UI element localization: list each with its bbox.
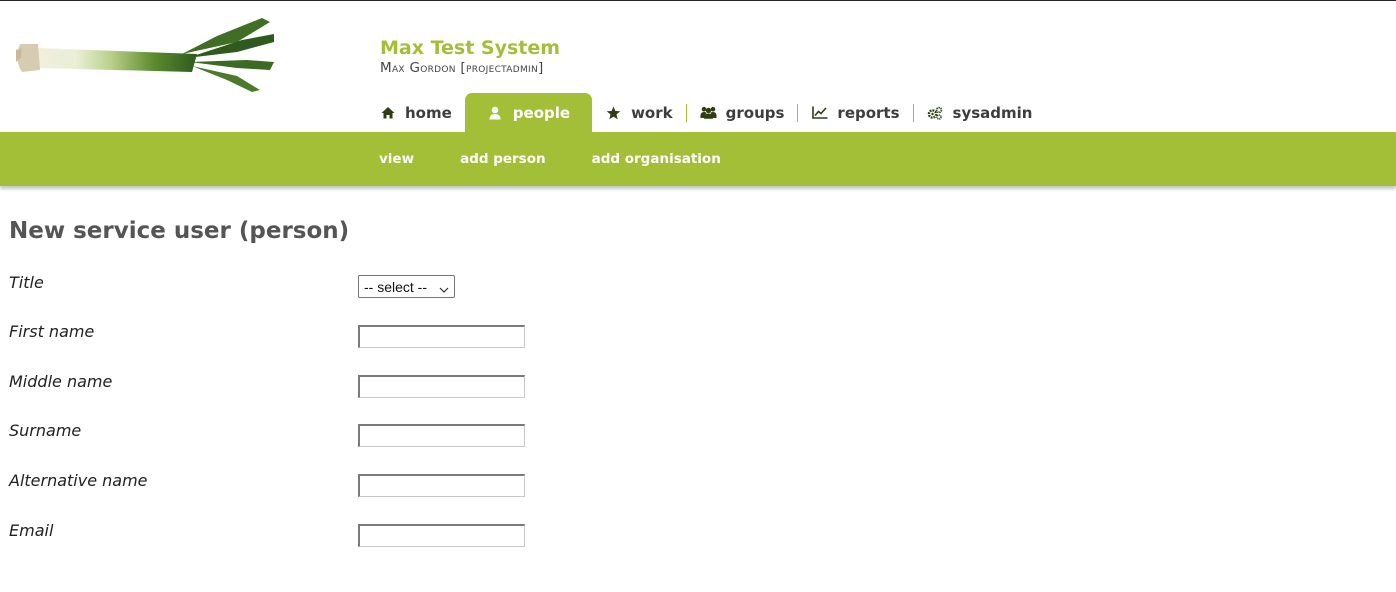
sub-nav-bar: view add person add organisation (0, 132, 1396, 186)
tab-reports-label: reports (837, 103, 900, 122)
user-icon (487, 104, 504, 121)
form-row-middle-name: Middle name (9, 372, 609, 402)
home-icon (379, 104, 396, 121)
star-icon (605, 104, 622, 121)
tab-work[interactable]: work (592, 93, 686, 132)
alternative-name-label: Alternative name (9, 471, 148, 490)
tab-work-label: work (631, 103, 673, 122)
title-label: Title (9, 273, 44, 292)
top-border-line (0, 0, 1396, 1)
alternative-name-input[interactable] (358, 474, 525, 497)
chevron-down-icon (439, 281, 449, 297)
surname-label: Surname (9, 421, 82, 440)
main-nav: home people work groups reports sysadmin (366, 93, 1045, 132)
email-input[interactable] (358, 524, 525, 547)
current-user-label: Max Gordon [projectadmin] (380, 60, 544, 76)
line-chart-icon (811, 104, 828, 121)
tab-sysadmin[interactable]: sysadmin (914, 93, 1046, 132)
middle-name-label: Middle name (9, 372, 113, 391)
page-title: New service user (person) (9, 218, 350, 244)
form-row-first-name: First name (9, 322, 609, 352)
users-icon (700, 104, 717, 121)
tab-people[interactable]: people (464, 93, 593, 132)
tab-home[interactable]: home (366, 93, 465, 132)
subnav-view[interactable]: view (356, 151, 437, 167)
title-select[interactable]: -- select -- (358, 275, 455, 298)
system-title: Max Test System (380, 37, 561, 59)
form-row-alternative-name: Alternative name (9, 471, 609, 501)
email-label: Email (9, 521, 54, 540)
first-name-label: First name (9, 322, 95, 341)
tab-people-label: people (512, 103, 571, 122)
subnav-add-organisation[interactable]: add organisation (569, 151, 744, 167)
leek-logo (16, 18, 274, 92)
form-row-email: Email (9, 521, 609, 551)
title-select-value: -- select -- (364, 278, 427, 295)
middle-name-input[interactable] (358, 375, 525, 398)
tab-reports[interactable]: reports (798, 93, 912, 132)
first-name-input[interactable] (358, 325, 525, 348)
tab-sysadmin-label: sysadmin (952, 103, 1033, 122)
tab-groups-label: groups (725, 103, 785, 122)
subnav-add-person[interactable]: add person (437, 151, 569, 167)
form-row-surname: Surname (9, 421, 609, 451)
surname-input[interactable] (358, 424, 525, 447)
tab-home-label: home (405, 103, 452, 122)
tab-groups[interactable]: groups (687, 93, 798, 132)
cogs-icon (927, 104, 944, 121)
form-row-title: Title -- select -- (9, 273, 609, 303)
